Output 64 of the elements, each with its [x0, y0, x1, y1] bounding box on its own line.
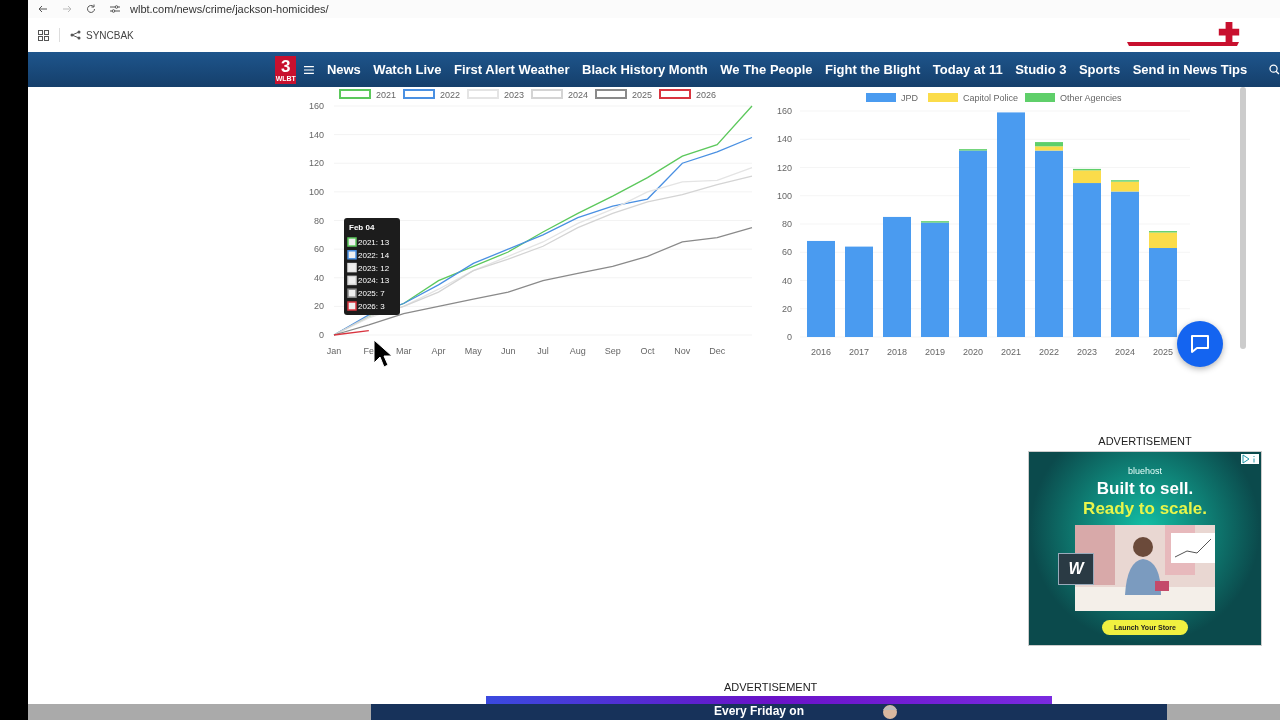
legend-label: 2024: [568, 90, 589, 100]
legend-label: 2025: [632, 90, 653, 100]
axis-label: 80: [314, 215, 324, 226]
tooltip-entry: 2021: 13: [358, 238, 390, 247]
axis-label: May: [464, 346, 482, 356]
axis-label: 140: [776, 134, 792, 145]
axis-label: 40: [782, 275, 792, 286]
axis-label: 120: [776, 162, 792, 173]
axis-label: Fe: [363, 346, 375, 356]
axis-label: Nov: [674, 346, 691, 356]
axis-label: Sep: [604, 346, 621, 356]
axis-label: 160: [308, 101, 324, 111]
axis-label: 20: [782, 303, 792, 314]
ad-label: ADVERTISEMENT: [1098, 435, 1192, 447]
axis-label: Oct: [640, 346, 655, 356]
axis-label: 20: [314, 301, 324, 312]
tooltip-title: Feb 04: [349, 223, 375, 232]
axis-label: 40: [314, 272, 324, 283]
legend-label: Capitol Police: [963, 93, 1019, 103]
axis-label: 0: [319, 330, 324, 340]
axis-label: 100: [776, 190, 792, 201]
axis-label: 80: [782, 219, 792, 229]
legend-label: Other Agencies: [1060, 93, 1123, 103]
legend-label: JPD: [901, 93, 919, 103]
axis-label: 2024: [1115, 347, 1135, 357]
axis-label: 2021: [1001, 347, 1021, 357]
tooltip-entry: 2025: 7: [358, 289, 385, 299]
tooltip-entry: 2022: 14: [358, 250, 390, 260]
legend-label: 2023: [504, 90, 525, 100]
axis-label: 100: [308, 186, 324, 197]
logo-number: 3: [281, 57, 291, 75]
axis-label: 2017: [849, 347, 869, 357]
ad-subline: Ready to scale.: [1083, 499, 1207, 519]
axis-label: 2016: [811, 347, 831, 357]
ad-brand: bluehost: [1128, 466, 1162, 476]
axis-label: 2022: [1039, 347, 1059, 357]
ad-headline: Every Friday on: [713, 704, 804, 718]
axis-label: 60: [314, 244, 324, 255]
ad-label: ADVERTISEMENT: [724, 681, 819, 693]
legend-label: 2021: [376, 90, 397, 100]
axis-label: 2025: [1153, 347, 1173, 357]
axis-label: 2023: [1077, 347, 1097, 357]
axis-label: 2018: [887, 347, 907, 357]
axis-label: Jul: [537, 346, 549, 356]
ad-badge: W: [1058, 553, 1094, 585]
axis-label: Jun: [500, 346, 516, 356]
axis-label: Dec: [709, 346, 726, 356]
axis-label: Mar: [395, 346, 412, 356]
axis-label: 140: [308, 129, 324, 140]
axis-label: Jan: [326, 346, 342, 356]
tooltip-entry: 2026: 3: [358, 302, 385, 311]
tooltip-entry: 2024: 13: [358, 276, 390, 286]
axis-label: 2020: [963, 347, 983, 357]
axis-label: 160: [776, 106, 792, 116]
tooltip-entry: 2023: 12: [358, 263, 390, 273]
axis-label: 120: [308, 158, 324, 169]
axis-label: 0: [787, 332, 792, 342]
legend-label: 2022: [440, 90, 461, 100]
axis-label: 2019: [925, 347, 945, 357]
legend-label: 2026: [696, 90, 717, 100]
ad-headline: Built to sell.: [1096, 479, 1194, 499]
axis-label: 60: [782, 247, 792, 258]
axis-label: Apr: [431, 346, 446, 356]
axis-label: Aug: [569, 346, 586, 356]
